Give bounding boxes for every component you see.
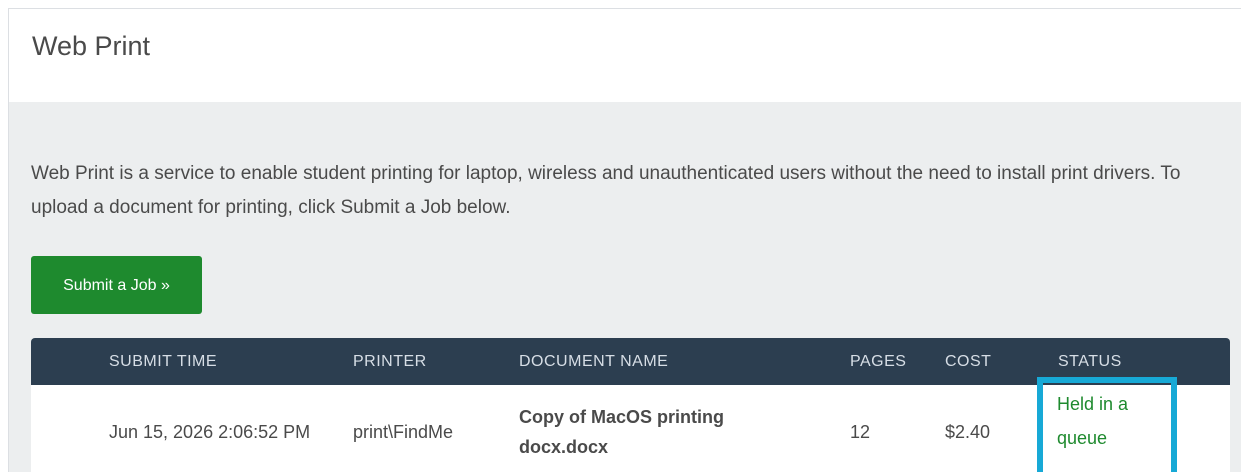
page-title: Web Print — [32, 31, 151, 61]
cell-pages: 12 — [850, 422, 871, 442]
cell-submit-time: Jun 15, 2026 2:06:52 PM — [109, 422, 311, 442]
submit-job-button[interactable]: Submit a Job » — [31, 256, 202, 314]
intro-text: Web Print is a service to enable student… — [31, 163, 1181, 218]
header-document-name[interactable]: DOCUMENT NAME — [519, 338, 850, 385]
header-pages[interactable]: PAGES — [850, 338, 945, 385]
status-highlight: Held in a queue — [1037, 377, 1177, 472]
table-row[interactable]: Jun 15, 2026 2:06:52 PM print\FindMe Cop… — [31, 377, 1230, 472]
cell-printer: print\FindMe — [353, 422, 454, 442]
card-header: Web Print — [9, 9, 1241, 102]
jobs-table: SUBMIT TIME PRINTER DOCUMENT NAME PAGES … — [31, 338, 1230, 472]
card-body: Web Print is a service to enable student… — [9, 102, 1241, 472]
header-printer[interactable]: PRINTER — [353, 338, 519, 385]
cell-document-name: Copy of MacOS printing docx.docx — [519, 407, 724, 457]
cell-status: Held in a queue — [1037, 377, 1230, 472]
header-spacer — [31, 338, 109, 385]
status-text: Held in a queue — [1057, 394, 1129, 448]
row-spacer — [31, 385, 109, 472]
web-print-card: Web Print Web Print is a service to enab… — [8, 8, 1241, 472]
header-submit-time[interactable]: SUBMIT TIME — [109, 338, 353, 385]
